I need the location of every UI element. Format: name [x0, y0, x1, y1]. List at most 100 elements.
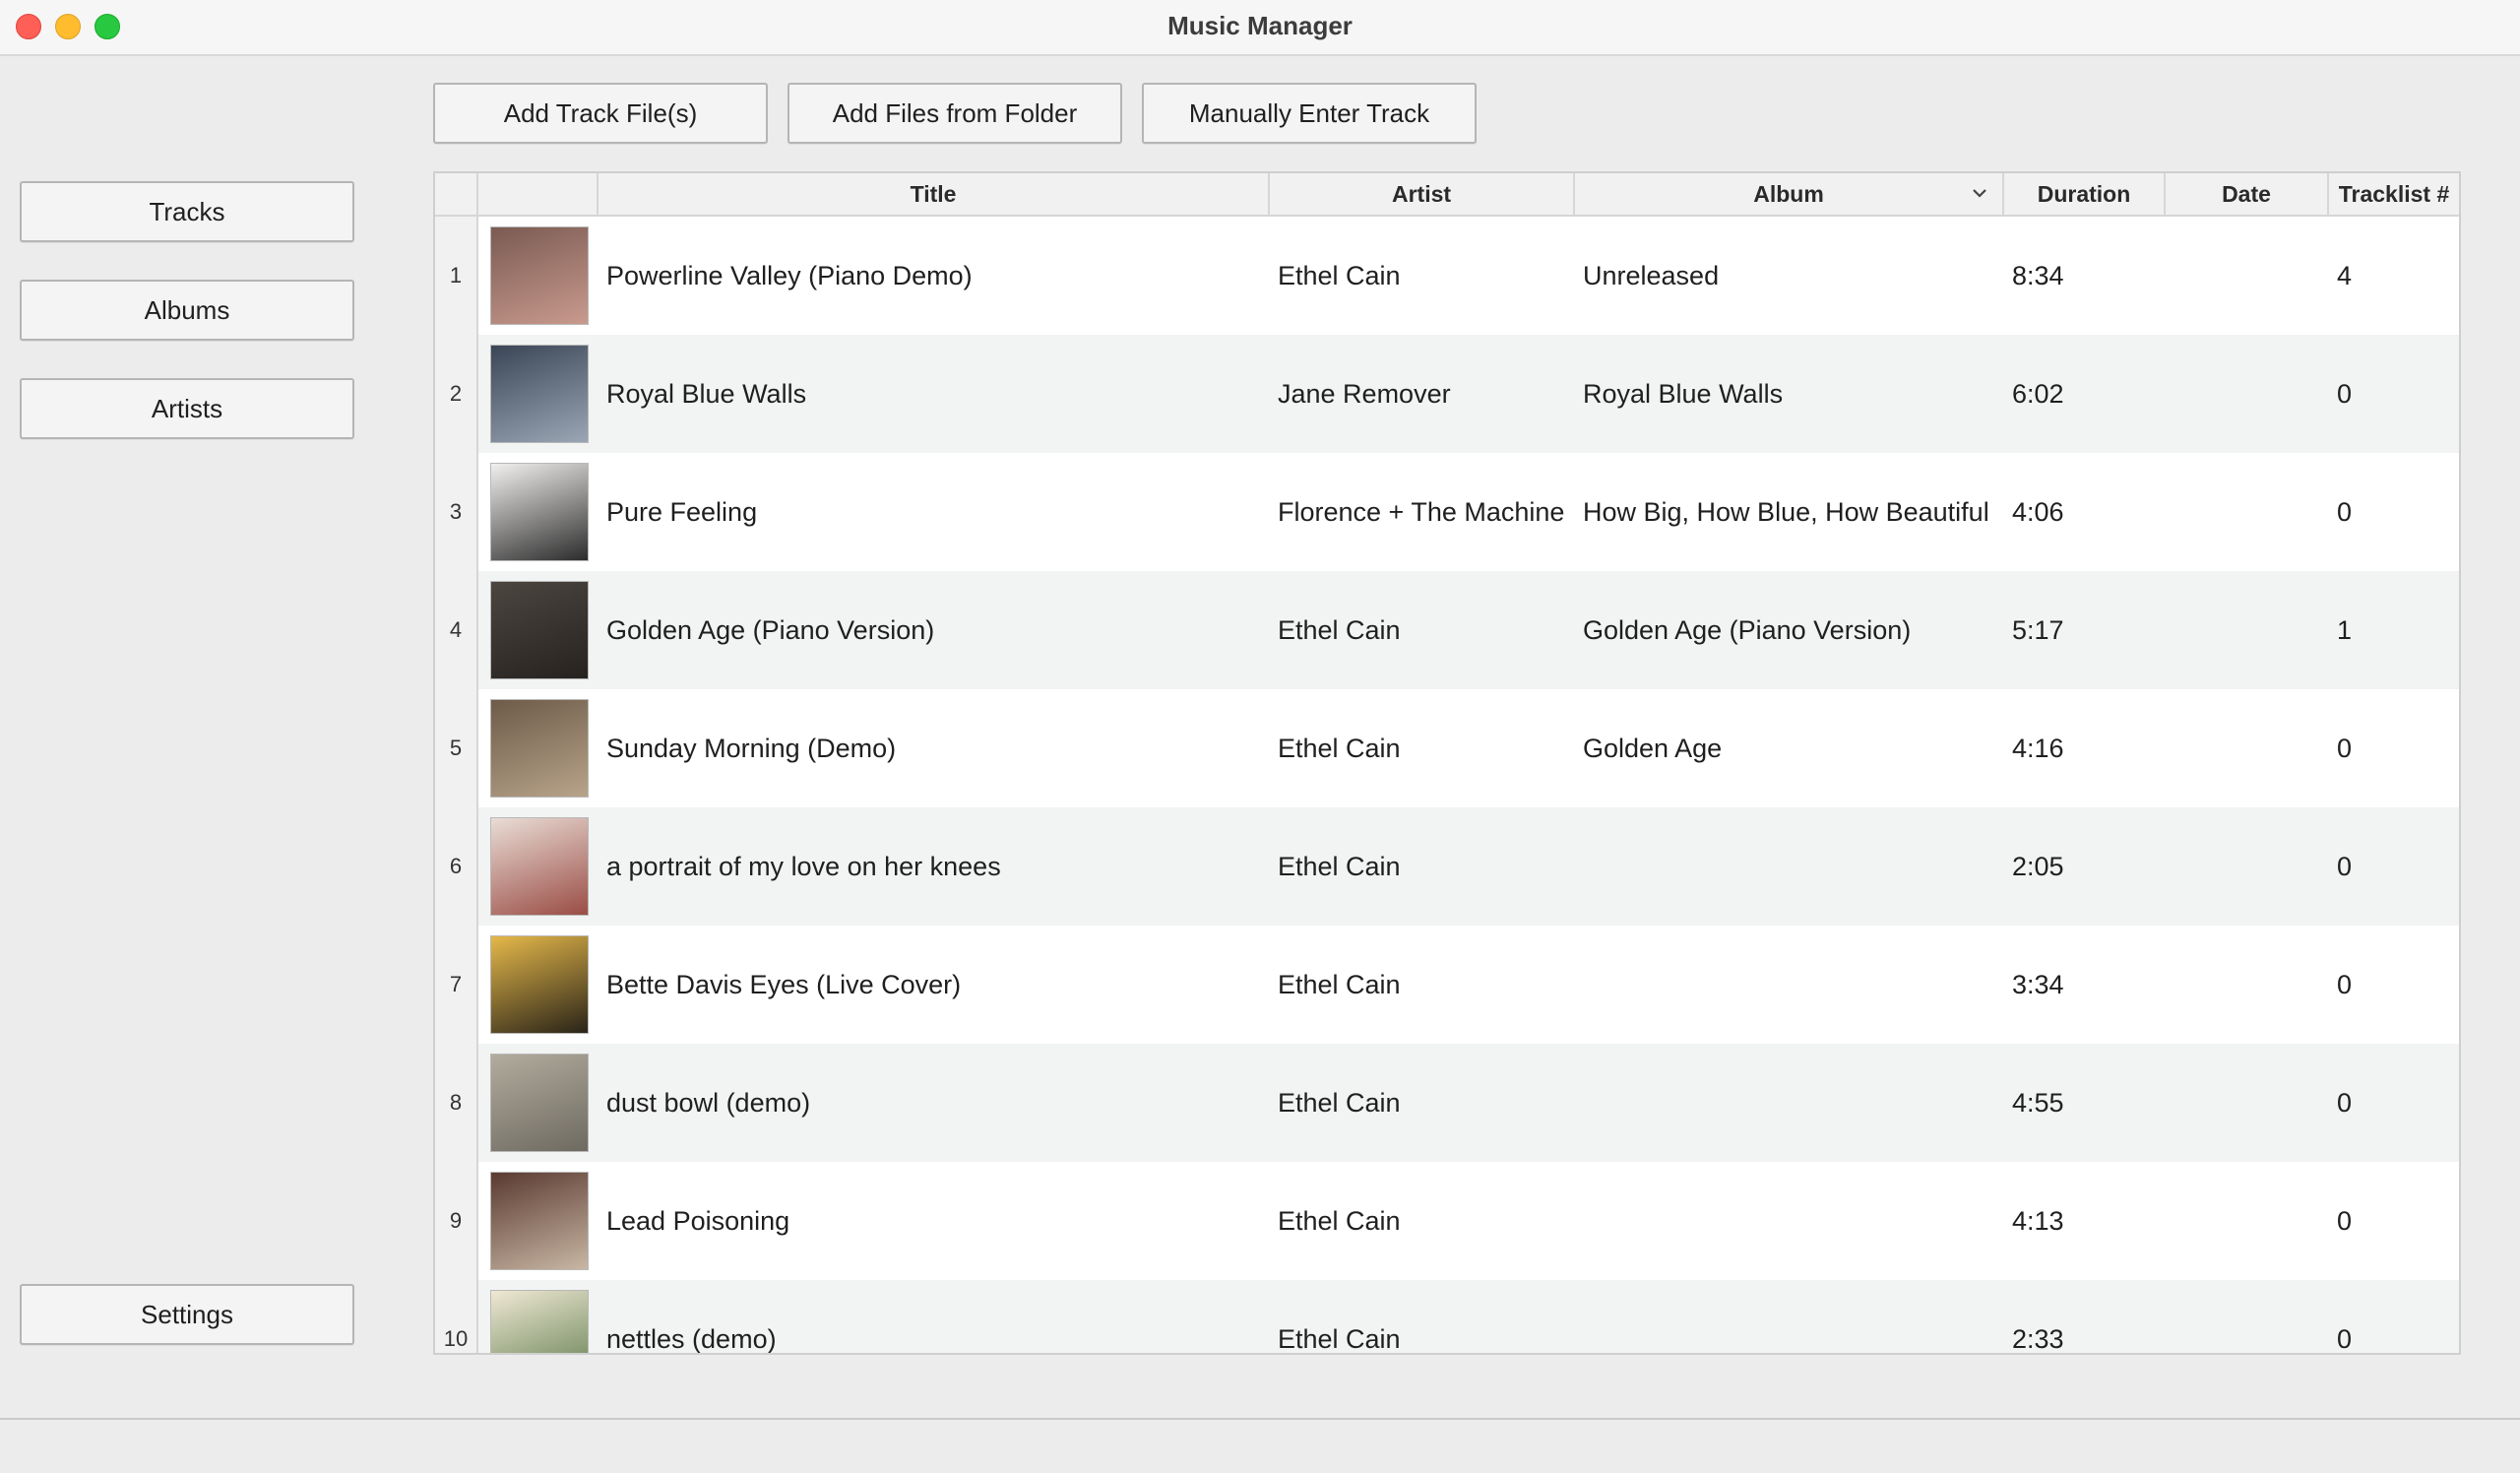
track-title-cell: Golden Age (Piano Version): [606, 615, 935, 645]
track-album-cell: [1583, 926, 2002, 1044]
track-album-cell: [1583, 1280, 2002, 1353]
row-number: 1: [435, 217, 478, 335]
album-art-thumbnail: [490, 463, 589, 561]
row-number: 9: [435, 1162, 478, 1280]
column-header-tracklist[interactable]: Tracklist #: [2329, 173, 2459, 215]
track-tracklist-cell: 4: [2337, 261, 2353, 290]
music-manager-window: Music Manager Tracks Albums Artists Sett…: [0, 0, 2520, 1473]
column-header-album-label: Album: [1753, 181, 1824, 207]
track-title-cell: Bette Davis Eyes (Live Cover): [606, 970, 962, 999]
column-header-album[interactable]: Album: [1575, 173, 2004, 215]
table-row[interactable]: 3 Pure Feeling Florence + The Machine How B…: [435, 453, 2459, 571]
track-artist-cell: Ethel Cain: [1278, 852, 1401, 881]
table-row[interactable]: 4 Golden Age (Piano Version) Ethel Cain Gol…: [435, 571, 2459, 689]
track-date-cell: [2174, 926, 2327, 1044]
track-artist-cell: Florence + The Machine: [1278, 497, 1565, 527]
track-duration-cell: 5:17: [2012, 615, 2064, 645]
track-duration-cell: 4:13: [2012, 1206, 2064, 1236]
column-header-date[interactable]: Date: [2166, 173, 2329, 215]
column-header-artist[interactable]: Artist: [1270, 173, 1575, 215]
track-artist-cell: Ethel Cain: [1278, 1088, 1401, 1118]
track-artist-cell: Ethel Cain: [1278, 1206, 1401, 1236]
track-date-cell: [2174, 1044, 2327, 1162]
status-bar: [0, 1418, 2520, 1473]
artwork-header: [478, 173, 598, 215]
row-number: 6: [435, 807, 478, 926]
column-header-title[interactable]: Title: [598, 173, 1270, 215]
track-duration-cell: 2:33: [2012, 1324, 2064, 1354]
track-title-cell: nettles (demo): [606, 1324, 777, 1354]
track-album-cell: Royal Blue Walls: [1583, 379, 1784, 409]
table-row[interactable]: 9 Lead Poisoning Ethel Cain 4:13 0: [435, 1162, 2459, 1280]
track-duration-cell: 4:55: [2012, 1088, 2064, 1118]
title-bar: Music Manager: [0, 0, 2520, 56]
track-tracklist-cell: 0: [2337, 852, 2353, 881]
row-number: 4: [435, 571, 478, 689]
add-track-files-button[interactable]: Add Track File(s): [433, 83, 768, 144]
track-artist-cell: Ethel Cain: [1278, 615, 1401, 645]
track-date-cell: [2174, 453, 2327, 571]
track-album-cell: [1583, 807, 2002, 926]
track-date-cell: [2174, 689, 2327, 807]
settings-button[interactable]: Settings: [20, 1284, 354, 1345]
table-row[interactable]: 1 Powerline Valley (Piano Demo) Ethel Cain…: [435, 217, 2459, 335]
track-album-cell: Unreleased: [1583, 261, 1720, 290]
track-album-cell: Golden Age (Piano Version): [1583, 615, 1912, 645]
table-row[interactable]: 5 Sunday Morning (Demo) Ethel Cain Golden A…: [435, 689, 2459, 807]
row-number: 7: [435, 926, 478, 1044]
album-art-thumbnail: [490, 699, 589, 798]
track-title-cell: Lead Poisoning: [606, 1206, 790, 1236]
track-album-cell: Golden Age: [1583, 734, 1723, 763]
track-artist-cell: Ethel Cain: [1278, 261, 1401, 290]
window-title: Music Manager: [1167, 11, 1353, 40]
album-art-thumbnail: [490, 935, 589, 1034]
track-artist-cell: Ethel Cain: [1278, 734, 1401, 763]
track-duration-cell: 2:05: [2012, 852, 2064, 881]
table-row[interactable]: 7 Bette Davis Eyes (Live Cover) Ethel Cain…: [435, 926, 2459, 1044]
track-tracklist-cell: 1: [2337, 615, 2353, 645]
row-number: 2: [435, 335, 478, 453]
sidebar-item-albums[interactable]: Albums: [20, 280, 354, 341]
table-row[interactable]: 10 nettles (demo) Ethel Cain 2:33 0: [435, 1280, 2459, 1354]
track-tracklist-cell: 0: [2337, 970, 2353, 999]
row-number: 8: [435, 1044, 478, 1162]
track-duration-cell: 6:02: [2012, 379, 2064, 409]
track-date-cell: [2174, 571, 2327, 689]
track-duration-cell: 8:34: [2012, 261, 2064, 290]
table-row[interactable]: 8 dust bowl (demo) Ethel Cain 4:55 0: [435, 1044, 2459, 1162]
track-tracklist-cell: 0: [2337, 1206, 2353, 1236]
track-duration-cell: 3:34: [2012, 970, 2064, 999]
album-art-thumbnail: [490, 581, 589, 679]
sidebar-item-tracks[interactable]: Tracks: [20, 181, 354, 242]
track-album-cell: [1583, 1162, 2002, 1280]
track-tracklist-cell: 0: [2337, 379, 2353, 409]
track-title-cell: Pure Feeling: [606, 497, 758, 527]
album-art-thumbnail: [490, 1172, 589, 1270]
column-header-duration[interactable]: Duration: [2004, 173, 2166, 215]
track-tracklist-cell: 0: [2337, 734, 2353, 763]
row-number: 3: [435, 453, 478, 571]
track-album-cell: [1583, 1044, 2002, 1162]
track-artist-cell: Ethel Cain: [1278, 970, 1401, 999]
track-tracklist-cell: 0: [2337, 1324, 2353, 1354]
track-title-cell: Sunday Morning (Demo): [606, 734, 897, 763]
track-duration-cell: 4:16: [2012, 734, 2064, 763]
tracks-table[interactable]: Title Artist Album Duration Date Trackli…: [433, 171, 2461, 1355]
track-title-cell: a portrait of my love on her knees: [606, 852, 1001, 881]
table-row[interactable]: 6 a portrait of my love on her knees Ethel…: [435, 807, 2459, 926]
row-number: 5: [435, 689, 478, 807]
album-art-thumbnail: [490, 226, 589, 325]
track-duration-cell: 4:06: [2012, 497, 2064, 527]
track-tracklist-cell: 0: [2337, 1088, 2353, 1118]
track-date-cell: [2174, 217, 2327, 335]
table-header: Title Artist Album Duration Date Trackli…: [435, 173, 2459, 217]
add-files-from-folder-button[interactable]: Add Files from Folder: [788, 83, 1122, 144]
album-art-thumbnail: [490, 1054, 589, 1152]
sidebar-item-artists[interactable]: Artists: [20, 378, 354, 439]
track-title-cell: dust bowl (demo): [606, 1088, 811, 1118]
row-number: 10: [435, 1280, 478, 1353]
manually-enter-track-button[interactable]: Manually Enter Track: [1142, 83, 1477, 144]
track-album-cell: How Big, How Blue, How Beautiful: [1583, 497, 1989, 527]
track-date-cell: [2174, 335, 2327, 453]
table-row[interactable]: 2 Royal Blue Walls Jane Remover Royal Blue …: [435, 335, 2459, 453]
